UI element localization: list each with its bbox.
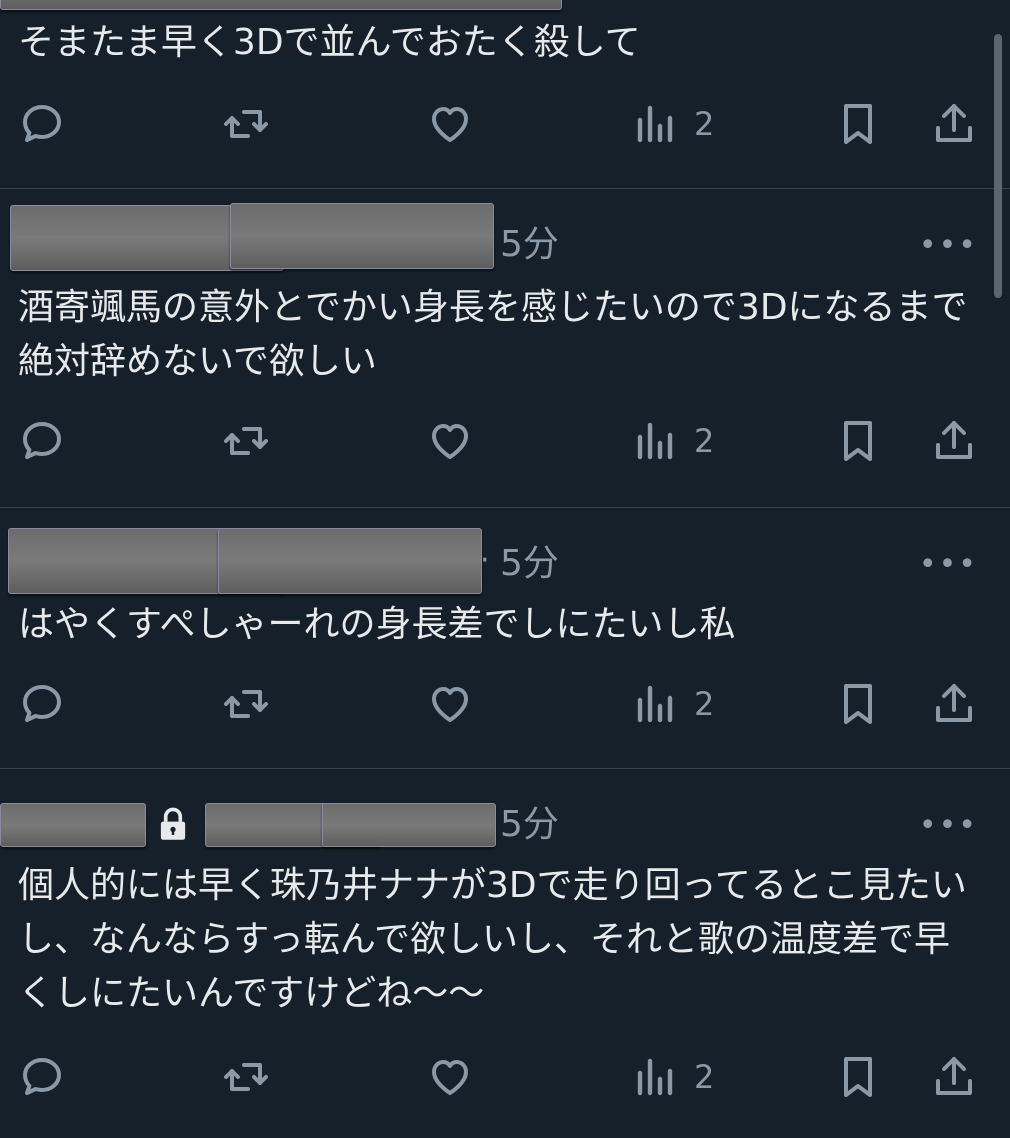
views-button[interactable]: 2 (630, 96, 714, 152)
views-icon (637, 685, 673, 723)
like-icon (432, 1060, 468, 1095)
redacted-handle (322, 803, 496, 847)
bookmark-icon (844, 104, 872, 144)
like-icon (432, 107, 468, 142)
views-icon (637, 422, 673, 460)
redacted-handle (218, 528, 482, 594)
redacted-handle (230, 203, 494, 269)
retweet-icon (224, 110, 268, 138)
tweet-actions: 2 (0, 413, 1010, 469)
share-icon (936, 104, 972, 142)
reply-icon (23, 422, 61, 459)
tweet-actions: 2 (0, 96, 1010, 152)
views-button[interactable]: 2 (630, 413, 714, 469)
tweet-3[interactable]: · 5分 ••• はやくすぺしゃーれの身長差でしにたいし私 2 (0, 508, 1010, 768)
retweet-icon (224, 690, 268, 718)
like-button[interactable] (426, 413, 474, 469)
tweet-text: そまたま早く3Dで並んでおたく殺して (18, 22, 641, 63)
tweet-actions: 2 (0, 676, 1010, 732)
share-button[interactable] (930, 676, 978, 732)
retweet-button[interactable] (222, 1049, 270, 1105)
tweet-text: 個人的には早く珠乃井ナナが3Dで走り回ってるとこ見たいし、なんならすっ転んで欲し… (18, 865, 967, 1014)
views-count: 2 (694, 1058, 715, 1096)
views-button[interactable]: 2 (630, 676, 714, 732)
like-icon (432, 687, 468, 722)
reply-icon (23, 1058, 61, 1095)
redacted-username (0, 0, 562, 10)
redacted-display-name (0, 803, 146, 847)
bookmark-icon (844, 421, 872, 461)
retweet-icon (224, 1063, 268, 1091)
reply-icon (23, 105, 61, 142)
share-icon (936, 421, 972, 459)
retweet-button[interactable] (222, 676, 270, 732)
reply-icon (23, 685, 61, 722)
bookmark-button[interactable] (834, 96, 882, 152)
bookmark-icon (844, 684, 872, 724)
views-count: 2 (694, 105, 715, 143)
views-count: 2 (694, 422, 715, 460)
bookmark-icon (844, 1057, 872, 1097)
views-button[interactable]: 2 (630, 1049, 714, 1105)
like-button[interactable] (426, 1049, 474, 1105)
like-button[interactable] (426, 676, 474, 732)
tweet-1[interactable]: そまたま早く3Dで並んでおたく殺して 2 (0, 0, 1010, 188)
retweet-icon (224, 427, 268, 455)
share-icon (936, 684, 972, 722)
lock-icon (160, 807, 186, 840)
like-button[interactable] (426, 96, 474, 152)
scrollbar[interactable] (994, 34, 1002, 298)
share-button[interactable] (930, 1049, 978, 1105)
tweet-time[interactable]: 5分 (500, 546, 559, 582)
tweet-time[interactable]: 5分 (500, 807, 559, 843)
views-icon (637, 105, 673, 143)
share-button[interactable] (930, 96, 978, 152)
retweet-button[interactable] (222, 96, 270, 152)
share-icon (936, 1057, 972, 1095)
tweet-text: 酒寄颯馬の意外とでかい身長を感じたいので3Dになるまで絶対辞めないで欲しい (18, 287, 968, 382)
tweet-actions: 2 (0, 1049, 1010, 1105)
reply-button[interactable] (18, 413, 66, 469)
more-options-button[interactable]: ••• (919, 231, 978, 261)
tweet-dot: · (480, 543, 490, 578)
more-options-button[interactable]: ••• (919, 550, 978, 580)
tweet-4[interactable]: 5分 ••• 個人的には早く珠乃井ナナが3Dで走り回ってるとこ見たいし、なんなら… (0, 769, 1010, 1138)
tweet-2[interactable]: 5分 ••• 酒寄颯馬の意外とでかい身長を感じたいので3Dになるまで絶対辞めない… (0, 189, 1010, 507)
reply-button[interactable] (18, 1049, 66, 1105)
views-icon (637, 1058, 673, 1096)
bookmark-button[interactable] (834, 413, 882, 469)
more-options-button[interactable]: ••• (919, 811, 978, 841)
like-icon (432, 424, 468, 459)
reply-button[interactable] (18, 676, 66, 732)
bookmark-button[interactable] (834, 1049, 882, 1105)
tweet-text: はやくすぺしゃーれの身長差でしにたいし私 (18, 604, 736, 645)
share-button[interactable] (930, 413, 978, 469)
views-count: 2 (694, 685, 715, 723)
reply-button[interactable] (18, 96, 66, 152)
retweet-button[interactable] (222, 413, 270, 469)
bookmark-button[interactable] (834, 676, 882, 732)
tweet-time[interactable]: 5分 (500, 227, 559, 263)
